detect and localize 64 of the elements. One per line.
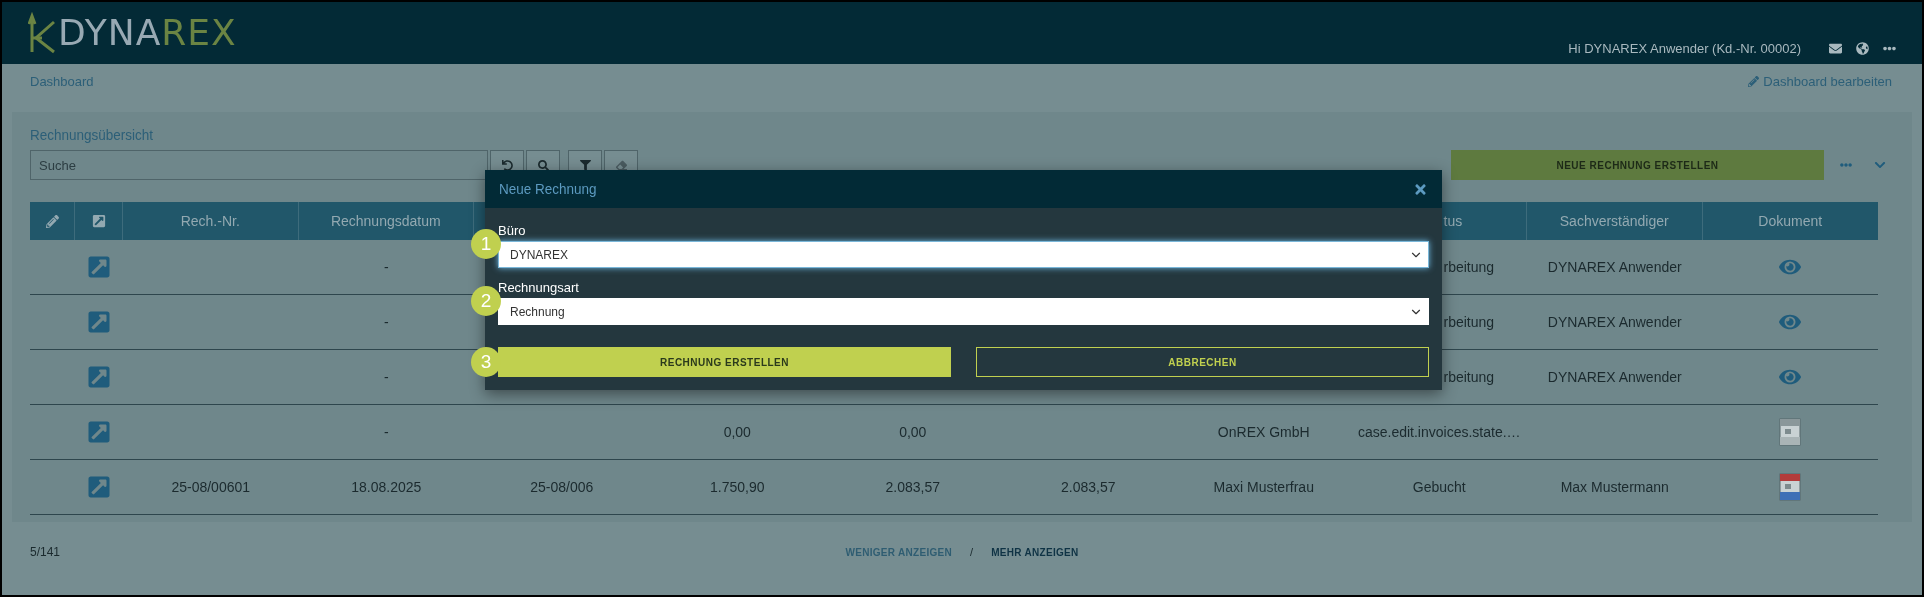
undo-icon: [501, 159, 513, 171]
globe-icon[interactable]: [1856, 41, 1869, 55]
greeting-text: Hi DYNAREX Anwender (Kd.-Nr. 00002): [1568, 39, 1801, 58]
external-link-icon: [91, 214, 106, 228]
close-icon[interactable]: [1413, 181, 1428, 197]
dialog-title: Neue Rechnung: [499, 178, 597, 199]
table-cell-text: 25-08/006: [530, 477, 594, 497]
document-icon[interactable]: [1779, 418, 1802, 446]
panel-title: Rechnungsübersicht: [30, 125, 155, 145]
table-cell-text: rbeitung: [1443, 312, 1495, 332]
external-link-icon[interactable]: [87, 310, 111, 334]
field-label: Rechnungsart: [498, 279, 580, 297]
table-cell-text: 2.083,57: [885, 477, 940, 497]
field-label: Büro: [498, 222, 527, 240]
table-cell-text: -: [383, 422, 389, 442]
document-icon[interactable]: [1779, 473, 1802, 501]
table-cell-text: Gebucht: [1412, 477, 1466, 497]
table-cell-text: 1.750,90: [710, 477, 765, 497]
column-header: Rechnungsdatum: [330, 211, 441, 231]
search-icon: [537, 159, 549, 171]
cancel-button[interactable]: ABBRECHEN: [976, 347, 1429, 377]
chevron-down-icon[interactable]: [1874, 159, 1886, 171]
create-invoice-button[interactable]: RECHNUNG ERSTELLEN: [498, 347, 951, 377]
table-cell-text: rbeitung: [1443, 367, 1495, 387]
external-link-icon[interactable]: [87, 475, 111, 499]
edit-dashboard-link[interactable]: Dashboard bearbeiten: [1748, 72, 1892, 92]
column-header: Sachverständiger: [1559, 211, 1669, 231]
external-link-icon[interactable]: [87, 365, 111, 389]
logo-mark-icon: [28, 12, 56, 54]
separator: /: [970, 544, 974, 560]
show-more-link[interactable]: MEHR ANZEIGEN: [991, 544, 1079, 560]
result-count: 5/141: [30, 544, 61, 561]
table-cell-text: DYNAREX Anwender: [1547, 367, 1682, 387]
column-header: Rech.-Nr.: [180, 211, 240, 231]
table-cell-text: -: [383, 257, 389, 277]
table-cell-text: -: [383, 312, 389, 332]
breadcrumb-link[interactable]: Dashboard: [30, 72, 94, 92]
column-header: Dokument: [1758, 211, 1823, 231]
select-field[interactable]: DYNAREX: [498, 241, 1429, 268]
table-cell-text: rbeitung: [1443, 257, 1495, 277]
table-cell-text: 2.083,57: [1061, 477, 1116, 497]
eraser-icon: [615, 159, 627, 171]
table-cell-text: -: [383, 367, 389, 387]
table-cell-text: Maxi Musterfrau: [1213, 477, 1314, 497]
pencil-icon: [1748, 76, 1760, 88]
select-field[interactable]: Rechnung: [498, 298, 1429, 325]
table-cell-text: Max Mustermann: [1560, 477, 1669, 497]
external-link-icon[interactable]: [87, 420, 111, 444]
pencil-icon: [45, 214, 59, 228]
mail-icon[interactable]: [1829, 41, 1842, 55]
table-cell-text: DYNAREX Anwender: [1547, 257, 1682, 277]
column-header: tus: [1443, 211, 1463, 231]
table-cell-text: DYNAREX Anwender: [1547, 312, 1682, 332]
table-cell-text: 25-08/00601: [171, 477, 251, 497]
table-cell-text: 18.08.2025: [351, 477, 422, 497]
filter-icon: [579, 159, 591, 171]
search-field[interactable]: Suche: [30, 150, 488, 180]
logo-wordmark: DYNAREX: [58, 15, 237, 51]
create-invoice-button[interactable]: NEUE RECHNUNG ERSTELLEN: [1451, 150, 1824, 180]
table-cell-text: case.edit.invoices.state.…: [1357, 422, 1521, 442]
table-cell-text: OnREX GmbH: [1217, 422, 1310, 442]
table-cell-text: 0,00: [723, 422, 751, 442]
external-link-icon[interactable]: [87, 255, 111, 279]
table-cell-text: 0,00: [899, 422, 927, 442]
